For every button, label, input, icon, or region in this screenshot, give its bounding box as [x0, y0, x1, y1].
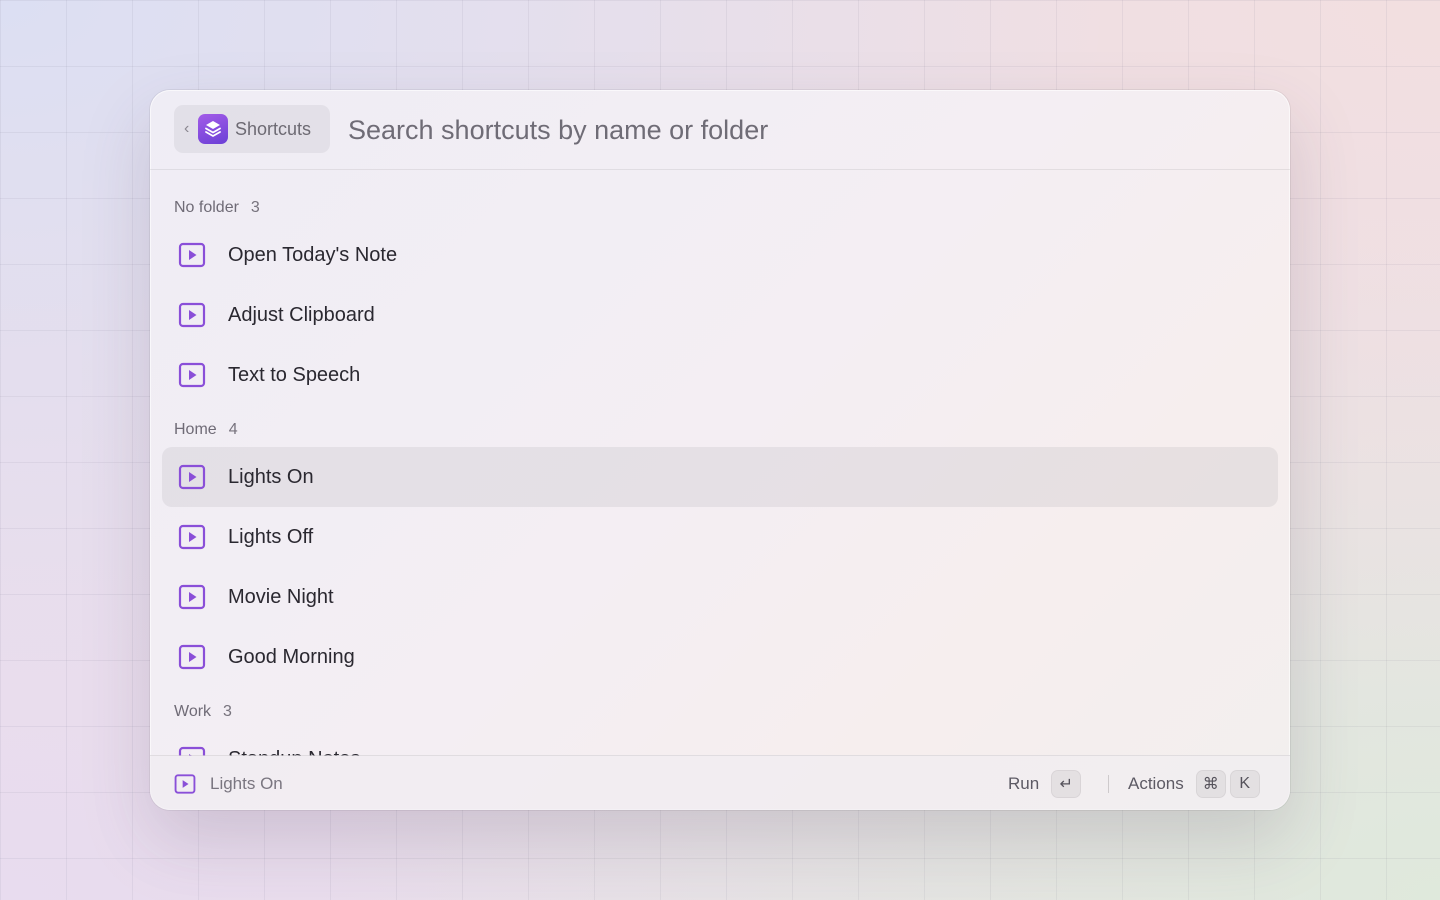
- list-item[interactable]: Adjust Clipboard: [162, 285, 1278, 345]
- shortcuts-app-icon: [198, 114, 228, 144]
- play-square-icon: [178, 643, 206, 671]
- section-count: 4: [228, 421, 238, 438]
- list-item-label: Movie Night: [228, 585, 334, 608]
- shortcuts-window: ‹ Shortcuts No folder 3 Open Today's Not…: [150, 90, 1290, 810]
- list-item[interactable]: Open Today's Note: [162, 225, 1278, 285]
- command-key-icon: ⌘: [1195, 769, 1226, 798]
- list-item[interactable]: Good Morning: [162, 627, 1278, 687]
- list-item-label: Lights On: [228, 465, 314, 488]
- section-count: 3: [250, 199, 260, 216]
- actions-label: Actions: [1128, 773, 1184, 793]
- play-square-icon: [178, 583, 206, 611]
- chevron-left-icon: ‹: [184, 120, 190, 137]
- play-square-icon: [178, 361, 206, 389]
- back-button-label: Shortcuts: [235, 118, 312, 139]
- run-button[interactable]: Run ↵: [1008, 756, 1085, 810]
- list-item[interactable]: Movie Night: [162, 567, 1278, 627]
- back-button[interactable]: ‹ Shortcuts: [174, 105, 330, 153]
- list-item-label: Text to Speech: [228, 363, 361, 386]
- section-title: No folder: [174, 199, 239, 216]
- section-title: Work: [174, 703, 212, 720]
- section-count: 3: [223, 703, 232, 720]
- run-label: Run: [1008, 773, 1040, 793]
- selected-shortcut-label: Lights On: [210, 773, 283, 793]
- actions-button[interactable]: Actions ⌘ K: [1128, 756, 1264, 810]
- play-square-icon: [178, 463, 206, 491]
- list-item-label: Open Today's Note: [228, 243, 398, 266]
- action-bar: Lights On Run ↵ Actions ⌘ K: [150, 755, 1290, 810]
- k-key: K: [1229, 769, 1260, 798]
- selected-shortcut: Lights On: [174, 756, 283, 810]
- list-item[interactable]: Text to Speech: [162, 345, 1278, 405]
- shortcut-list[interactable]: No folder 3 Open Today's Note Adjust Cli…: [150, 170, 1290, 756]
- list-item-label: Lights Off: [228, 525, 314, 548]
- search-header: ‹ Shortcuts: [150, 90, 1290, 170]
- play-square-icon: [174, 773, 196, 795]
- list-item-label: Adjust Clipboard: [228, 303, 375, 326]
- return-key-icon: ↵: [1051, 769, 1082, 798]
- search-input[interactable]: [348, 112, 1248, 148]
- play-square-icon: [178, 241, 206, 269]
- list-item[interactable]: Lights Off: [162, 507, 1278, 567]
- list-item-selected[interactable]: Lights On: [162, 447, 1278, 507]
- list-item-label: Good Morning: [228, 645, 355, 668]
- section-title: Home: [174, 421, 217, 438]
- list-item[interactable]: Standup Notes: [162, 729, 1278, 756]
- divider: [1108, 775, 1109, 793]
- play-square-icon: [178, 301, 206, 329]
- play-square-icon: [178, 523, 206, 551]
